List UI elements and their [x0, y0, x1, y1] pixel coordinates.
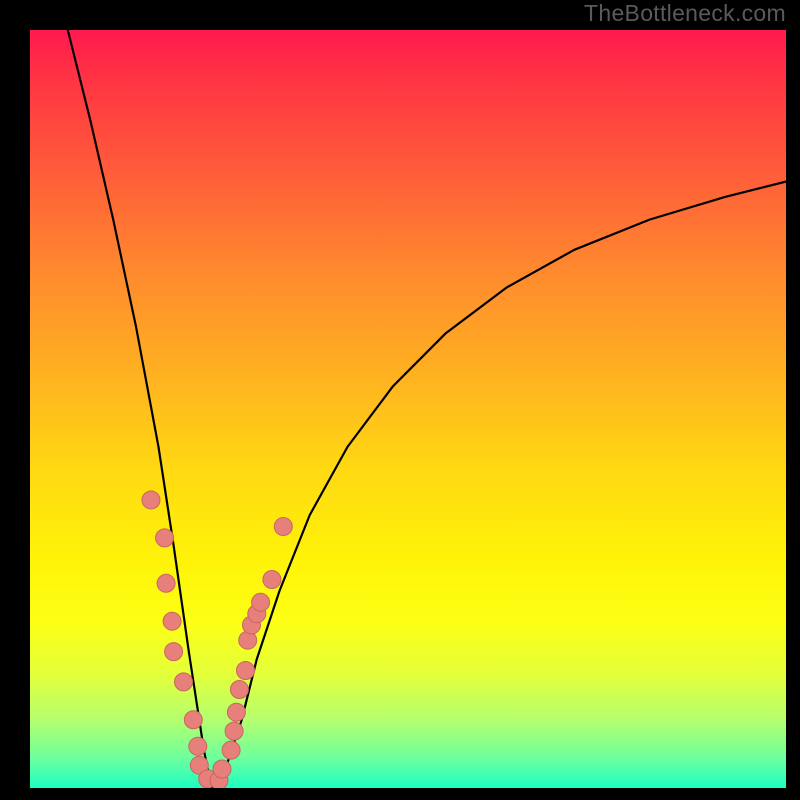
data-marker: [222, 741, 240, 759]
data-marker: [156, 529, 174, 547]
data-marker: [237, 662, 255, 680]
data-marker: [274, 518, 292, 536]
data-marker: [263, 571, 281, 589]
data-marker: [157, 574, 175, 592]
data-marker: [189, 737, 207, 755]
data-marker: [230, 681, 248, 699]
data-marker: [252, 593, 270, 611]
plot-svg: [30, 30, 786, 788]
data-marker: [184, 711, 202, 729]
data-marker: [165, 643, 183, 661]
plot-area: [30, 30, 786, 788]
bottleneck-curve: [68, 30, 786, 788]
chart-frame: TheBottleneck.com: [0, 0, 800, 800]
data-marker: [225, 722, 243, 740]
data-marker: [213, 760, 231, 778]
data-marker: [142, 491, 160, 509]
data-marker: [227, 703, 245, 721]
data-marker: [175, 673, 193, 691]
watermark-text: TheBottleneck.com: [584, 0, 786, 27]
data-marker: [163, 612, 181, 630]
